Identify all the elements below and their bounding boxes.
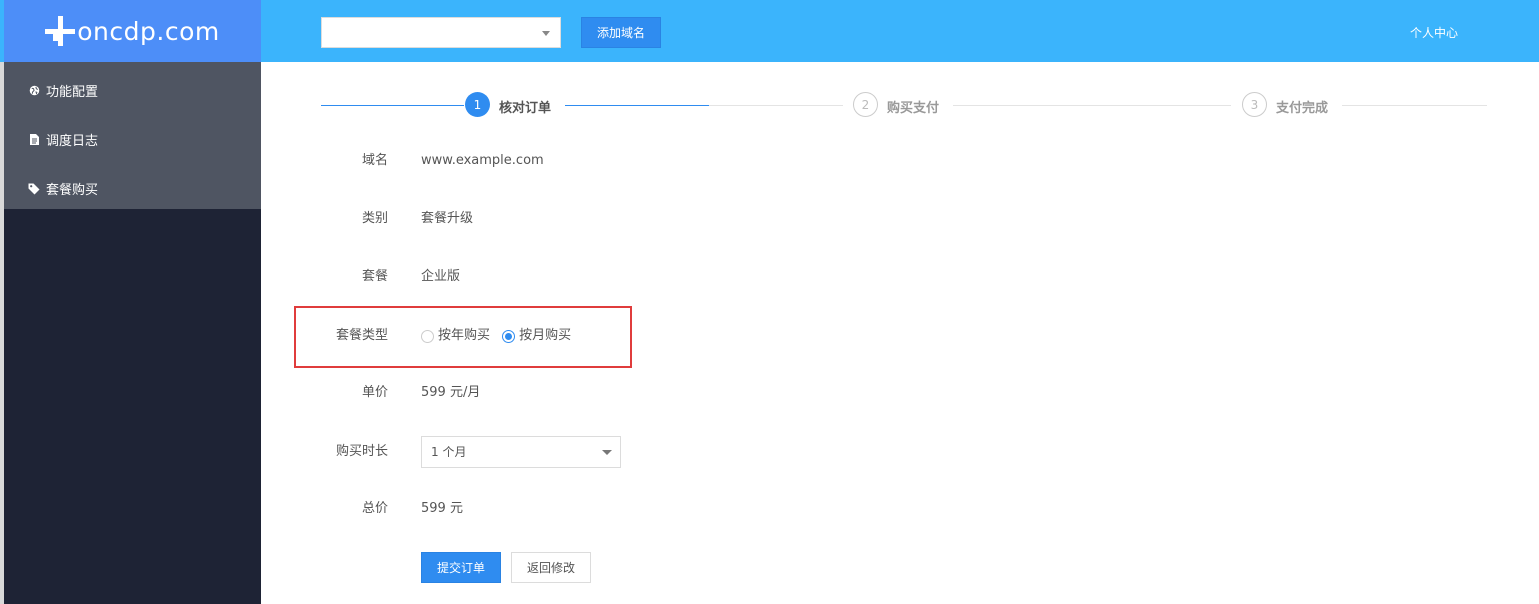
sidebar-item-label: 调度日志 bbox=[46, 134, 99, 149]
field-label: 域名 bbox=[361, 153, 388, 168]
radio-circle[interactable] bbox=[421, 329, 434, 343]
form-row-package: 套餐 企业版 bbox=[300, 262, 900, 292]
radio-yearly[interactable]: 按年购买 bbox=[421, 321, 490, 351]
form-row-package-type: 套餐类型 按年购买 按月购买 bbox=[300, 321, 900, 351]
chevron-down-icon bbox=[602, 450, 612, 455]
field-label: 总价 bbox=[361, 501, 388, 516]
duration-select-value: 1 个月 bbox=[431, 445, 467, 459]
step-1-label: 核对订单 bbox=[499, 101, 552, 116]
sidebar-item-schedule-log[interactable]: 调度日志 bbox=[4, 115, 261, 164]
form-row-unit-price: 单价 599 元/月 bbox=[300, 378, 900, 408]
add-domain-button[interactable]: 添加域名 bbox=[581, 17, 661, 48]
category-value: 套餐升级 bbox=[421, 211, 474, 226]
field-label: 购买时长 bbox=[335, 444, 388, 459]
radio-label: 按年购买 bbox=[438, 328, 491, 343]
logo-text: oncdp.com bbox=[77, 16, 220, 46]
form-row-category: 类别 套餐升级 bbox=[300, 204, 900, 234]
step-line bbox=[709, 105, 843, 106]
field-label: 单价 bbox=[361, 385, 388, 400]
logo-cross-icon bbox=[45, 16, 76, 46]
document-icon bbox=[28, 134, 40, 146]
sidebar-item-package-purchase[interactable]: 套餐购买 bbox=[4, 164, 261, 213]
step-1-number: 1 bbox=[465, 92, 490, 117]
form-row-domain: 域名 www.example.com bbox=[300, 146, 900, 176]
domain-select[interactable] bbox=[321, 17, 561, 48]
field-label: 类别 bbox=[361, 211, 388, 226]
order-steps: 1 核对订单 2 购买支付 3 支付完成 bbox=[321, 92, 1487, 118]
sidebar-item-label: 功能配置 bbox=[46, 85, 99, 100]
package-type-radio-group: 按年购买 按月购买 bbox=[421, 321, 579, 355]
back-modify-button[interactable]: 返回修改 bbox=[511, 552, 591, 583]
submit-order-button[interactable]: 提交订单 bbox=[421, 552, 501, 583]
step-2-label: 购买支付 bbox=[887, 101, 940, 116]
user-center-link[interactable]: 个人中心 bbox=[1410, 24, 1458, 41]
radio-monthly[interactable]: 按月购买 bbox=[502, 321, 571, 351]
unit-price-value: 599 元/月 bbox=[421, 385, 481, 400]
sidebar-item-label: 套餐购买 bbox=[46, 183, 99, 198]
step-2-number: 2 bbox=[853, 92, 878, 117]
brand-logo[interactable]: oncdp.com bbox=[4, 0, 261, 62]
sidebar-menu: 功能配置 调度日志 套餐购买 bbox=[4, 62, 261, 209]
step-line bbox=[321, 105, 464, 106]
step-3-label: 支付完成 bbox=[1276, 101, 1329, 116]
globe-icon bbox=[28, 85, 40, 97]
duration-select[interactable]: 1 个月 bbox=[421, 436, 621, 468]
package-value: 企业版 bbox=[421, 269, 461, 284]
chevron-down-icon bbox=[542, 31, 550, 36]
radio-circle[interactable] bbox=[502, 329, 516, 343]
tag-icon bbox=[28, 183, 40, 195]
form-row-total: 总价 599 元 bbox=[300, 494, 900, 524]
field-label: 套餐类型 bbox=[335, 328, 388, 343]
sidebar: 功能配置 调度日志 套餐购买 bbox=[4, 62, 261, 604]
field-label: 套餐 bbox=[361, 269, 388, 284]
top-bar: oncdp.com 添加域名 个人中心 bbox=[0, 0, 1539, 62]
step-3-number: 3 bbox=[1242, 92, 1267, 117]
step-line bbox=[953, 105, 1231, 106]
sidebar-item-feature-config[interactable]: 功能配置 bbox=[4, 66, 261, 115]
step-line bbox=[1342, 105, 1487, 106]
total-value: 599 元 bbox=[421, 501, 463, 516]
step-line bbox=[565, 105, 709, 106]
radio-label: 按月购买 bbox=[519, 328, 572, 343]
domain-value: www.example.com bbox=[421, 153, 544, 168]
